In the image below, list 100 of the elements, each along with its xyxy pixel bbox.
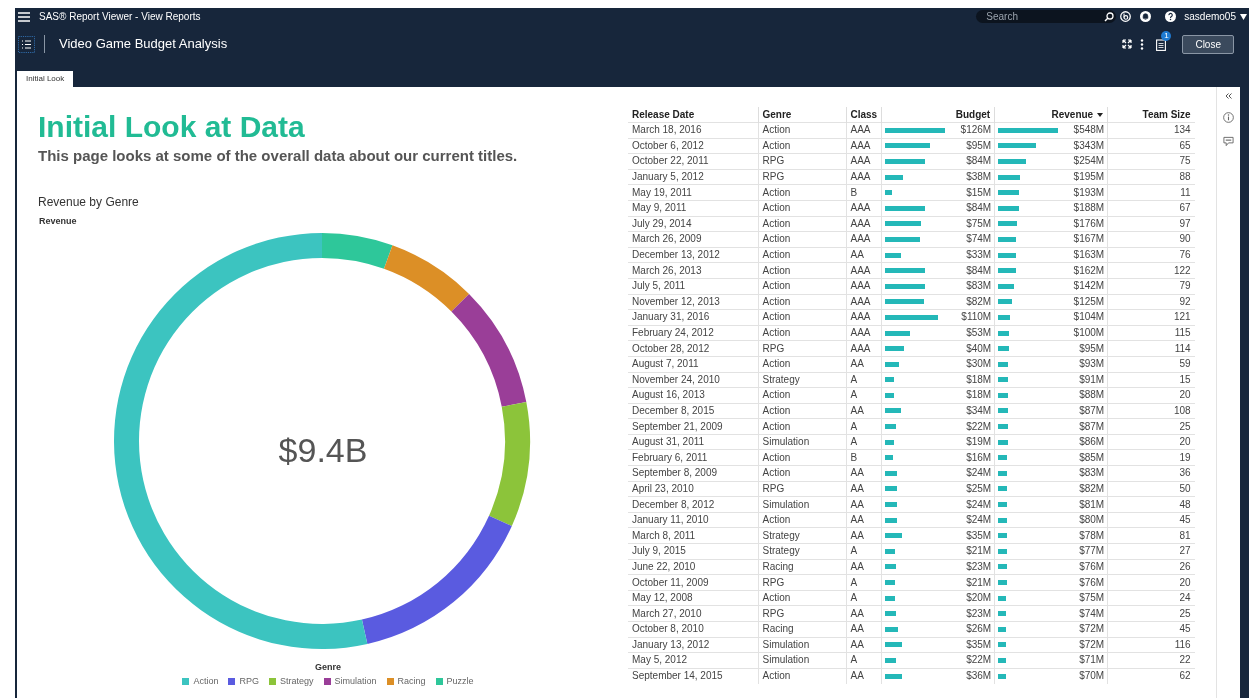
menu-icon[interactable] — [18, 11, 30, 22]
table-cell: Simulation — [758, 434, 846, 450]
data-bar — [998, 673, 1006, 679]
collapse-icon[interactable] — [1225, 93, 1232, 99]
table-cell: $87M — [1079, 404, 1105, 418]
data-bar — [998, 283, 1014, 289]
table-cell: March 26, 2009 — [628, 231, 758, 248]
table-cell: September 8, 2009 — [628, 465, 758, 482]
table-cell: 92 — [1107, 294, 1195, 310]
table-cell: August 7, 2011 — [628, 356, 758, 372]
table-cell: Action — [758, 216, 846, 232]
search-field[interactable]: Search — [976, 10, 1117, 23]
table-cell: $84M — [966, 201, 992, 216]
table-cell: $40M — [966, 341, 992, 356]
table-cell: Racing — [758, 559, 846, 575]
data-bar — [998, 548, 1007, 554]
table-cell: B — [846, 184, 882, 201]
data-bar — [998, 470, 1008, 476]
table-cell: $19M — [966, 435, 992, 450]
clipboard-icon[interactable] — [1156, 39, 1167, 51]
table-cell: Simulation — [758, 637, 846, 653]
table-cell: September 21, 2009 — [628, 418, 758, 435]
table-cell: Action — [758, 294, 846, 310]
table-cell: Action — [758, 247, 846, 263]
app-title: SAS® Report Viewer - View Reports — [39, 10, 201, 24]
data-bar — [885, 486, 898, 492]
data-bar — [885, 377, 894, 383]
table-cell: 25 — [1107, 605, 1195, 622]
table-cell: $74M — [966, 232, 992, 247]
table-cell: October 8, 2010 — [628, 621, 758, 638]
help-icon[interactable] — [1165, 11, 1177, 22]
table-cell: RPG — [758, 481, 846, 497]
column-header[interactable]: Class — [846, 107, 882, 123]
table-cell: AA — [846, 527, 882, 544]
bell-icon[interactable] — [1140, 11, 1152, 22]
table-cell: $16M — [966, 450, 992, 465]
column-header[interactable]: Revenue — [994, 107, 1108, 123]
page-heading: Initial Look at Data — [38, 109, 306, 145]
table-cell: May 9, 2011 — [628, 200, 758, 217]
column-header[interactable]: Team Size — [1107, 107, 1195, 123]
table-cell: March 8, 2011 — [628, 527, 758, 544]
table-cell: AA — [846, 621, 882, 638]
data-bar — [998, 455, 1008, 461]
info-icon[interactable] — [1223, 112, 1234, 123]
more-icon[interactable] — [1140, 38, 1145, 50]
table-cell: A — [846, 372, 882, 388]
table-cell: $36M — [966, 669, 992, 684]
table-cell: Action — [758, 418, 846, 435]
table-cell: $26M — [966, 622, 992, 637]
table-cell: $76M — [1079, 575, 1105, 590]
column-header[interactable]: Genre — [758, 107, 846, 123]
table-cell: January 11, 2010 — [628, 512, 758, 528]
data-bar — [885, 361, 900, 367]
table-cell: November 24, 2010 — [628, 372, 758, 388]
table-cell: 15 — [1107, 372, 1195, 388]
table-cell: 48 — [1107, 496, 1195, 513]
legend-label: Puzzle — [446, 674, 474, 688]
table-cell: $167M — [1073, 232, 1105, 247]
table-cell: 116 — [1107, 637, 1195, 653]
table-cell: Strategy — [758, 543, 846, 560]
comment-icon[interactable] — [1223, 136, 1234, 147]
data-bar — [885, 580, 896, 585]
table-cell: RPG — [758, 574, 846, 591]
data-bar — [885, 611, 897, 617]
table-cell: AA — [846, 496, 882, 513]
table-cell: AAA — [846, 138, 882, 154]
table-cell: A — [846, 387, 882, 404]
close-button[interactable]: Close — [1182, 34, 1234, 54]
table-cell: $86M — [1079, 435, 1105, 450]
table-cell: Action — [758, 262, 846, 279]
table-cell: October 11, 2009 — [628, 574, 758, 591]
data-bar — [998, 159, 1026, 164]
table-cell: $15M — [966, 185, 992, 200]
table-cell: $83M — [966, 279, 992, 294]
table-cell: $88M — [1079, 388, 1105, 403]
table-cell: Simulation — [758, 652, 846, 669]
table-cell: AAA — [846, 278, 882, 295]
data-bar — [998, 564, 1007, 570]
list-icon[interactable] — [18, 35, 35, 53]
table-cell: $18M — [966, 388, 992, 403]
table-cell: Action — [758, 200, 846, 217]
data-bar — [885, 408, 902, 414]
data-bar — [998, 486, 1008, 492]
table-cell: $38M — [966, 170, 992, 185]
table-cell: 81 — [1107, 527, 1195, 544]
table-cell: AA — [846, 465, 882, 482]
table-cell: $35M — [966, 637, 992, 652]
data-bar — [885, 533, 902, 539]
data-bar — [885, 314, 938, 320]
table-cell: December 8, 2015 — [628, 403, 758, 419]
expand-icon[interactable] — [1122, 39, 1133, 49]
tab[interactable]: Initial Look — [17, 71, 74, 87]
circled-b-icon[interactable] — [1120, 11, 1132, 22]
column-header[interactable]: Budget — [881, 107, 995, 123]
data-bar — [885, 673, 903, 679]
table-cell: AA — [846, 403, 882, 419]
table-cell: $74M — [1079, 606, 1105, 621]
table-cell: $142M — [1073, 279, 1105, 294]
column-header[interactable]: Release Date — [628, 107, 758, 123]
user-menu[interactable]: sasdemo05 — [1184, 9, 1247, 24]
